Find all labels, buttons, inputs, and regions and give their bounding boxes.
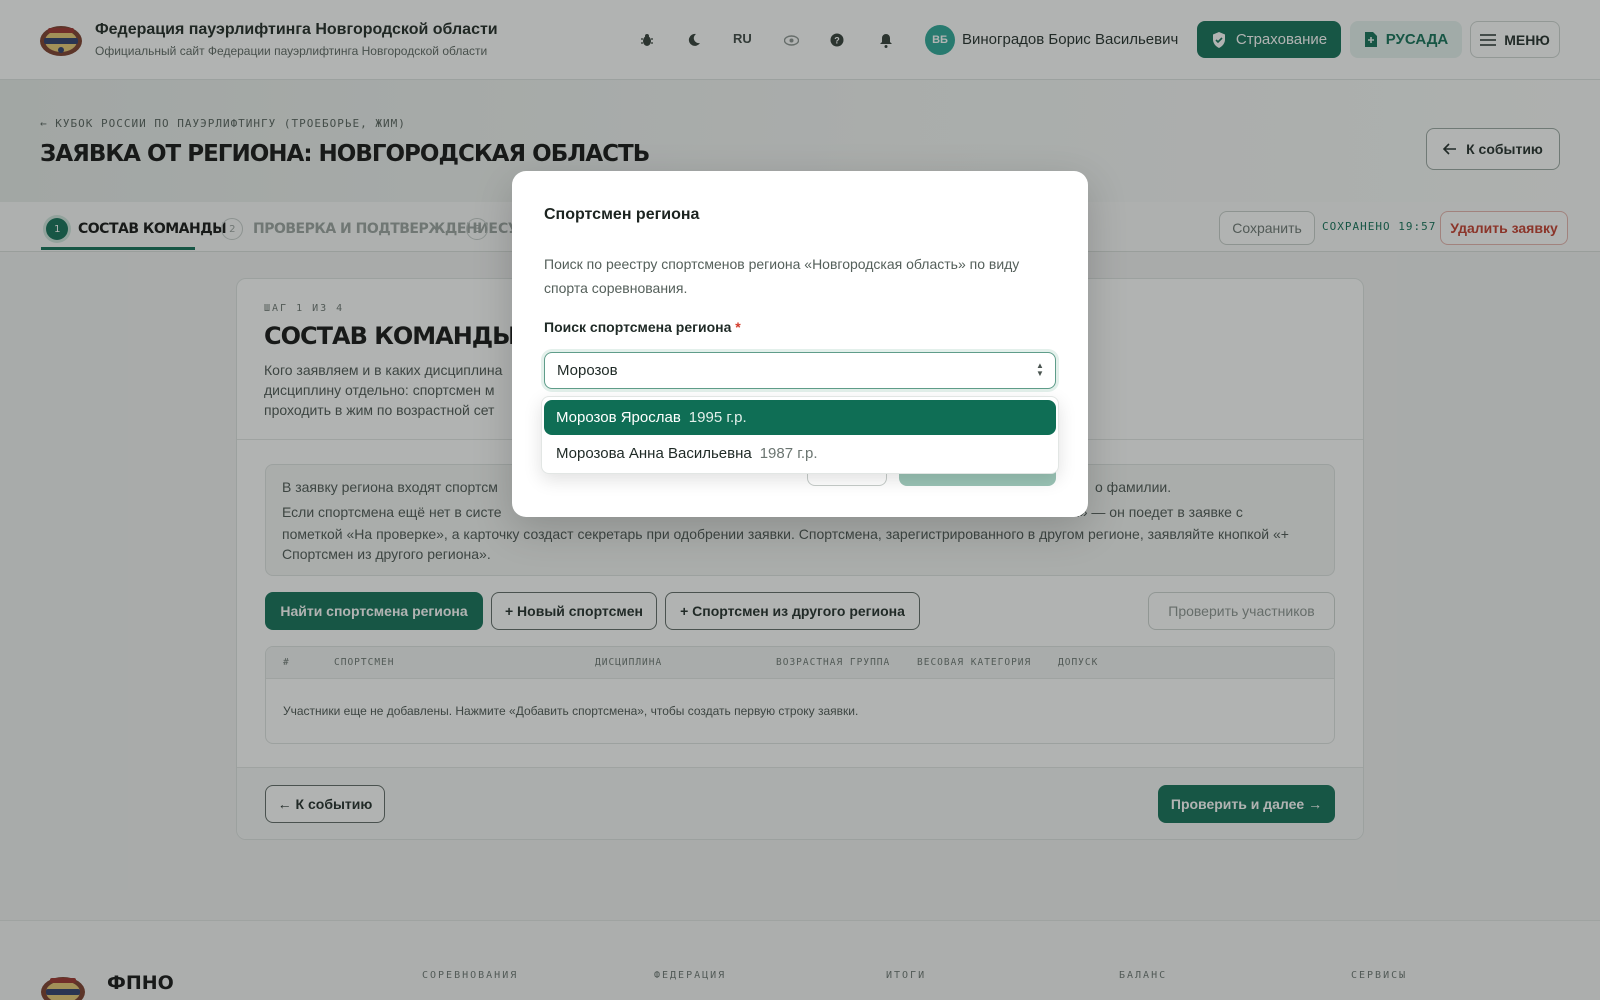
result-option[interactable]: Морозов Ярослав 1995 г.р. bbox=[544, 400, 1056, 435]
modal-title: Спортсмен региона bbox=[544, 206, 700, 223]
result-option[interactable]: Морозова Анна Васильевна 1987 г.р. bbox=[544, 436, 1056, 471]
option-year: 1995 г.р. bbox=[688, 409, 747, 426]
athlete-search-input[interactable] bbox=[544, 352, 1056, 389]
select-chevron-icon[interactable]: ▲ ▼ bbox=[1034, 360, 1046, 380]
option-name: Морозова Анна Васильевна bbox=[556, 445, 752, 462]
required-mark: * bbox=[735, 319, 741, 335]
modal-description: Поиск по реестру спортсменов региона «Но… bbox=[544, 256, 1020, 296]
option-name: Морозов Ярослав bbox=[556, 409, 681, 426]
search-field-label-text: Поиск спортсмена региона bbox=[544, 319, 732, 335]
option-year: 1987 г.р. bbox=[759, 445, 818, 462]
search-field-label: Поиск спортсмена региона * bbox=[544, 319, 741, 335]
